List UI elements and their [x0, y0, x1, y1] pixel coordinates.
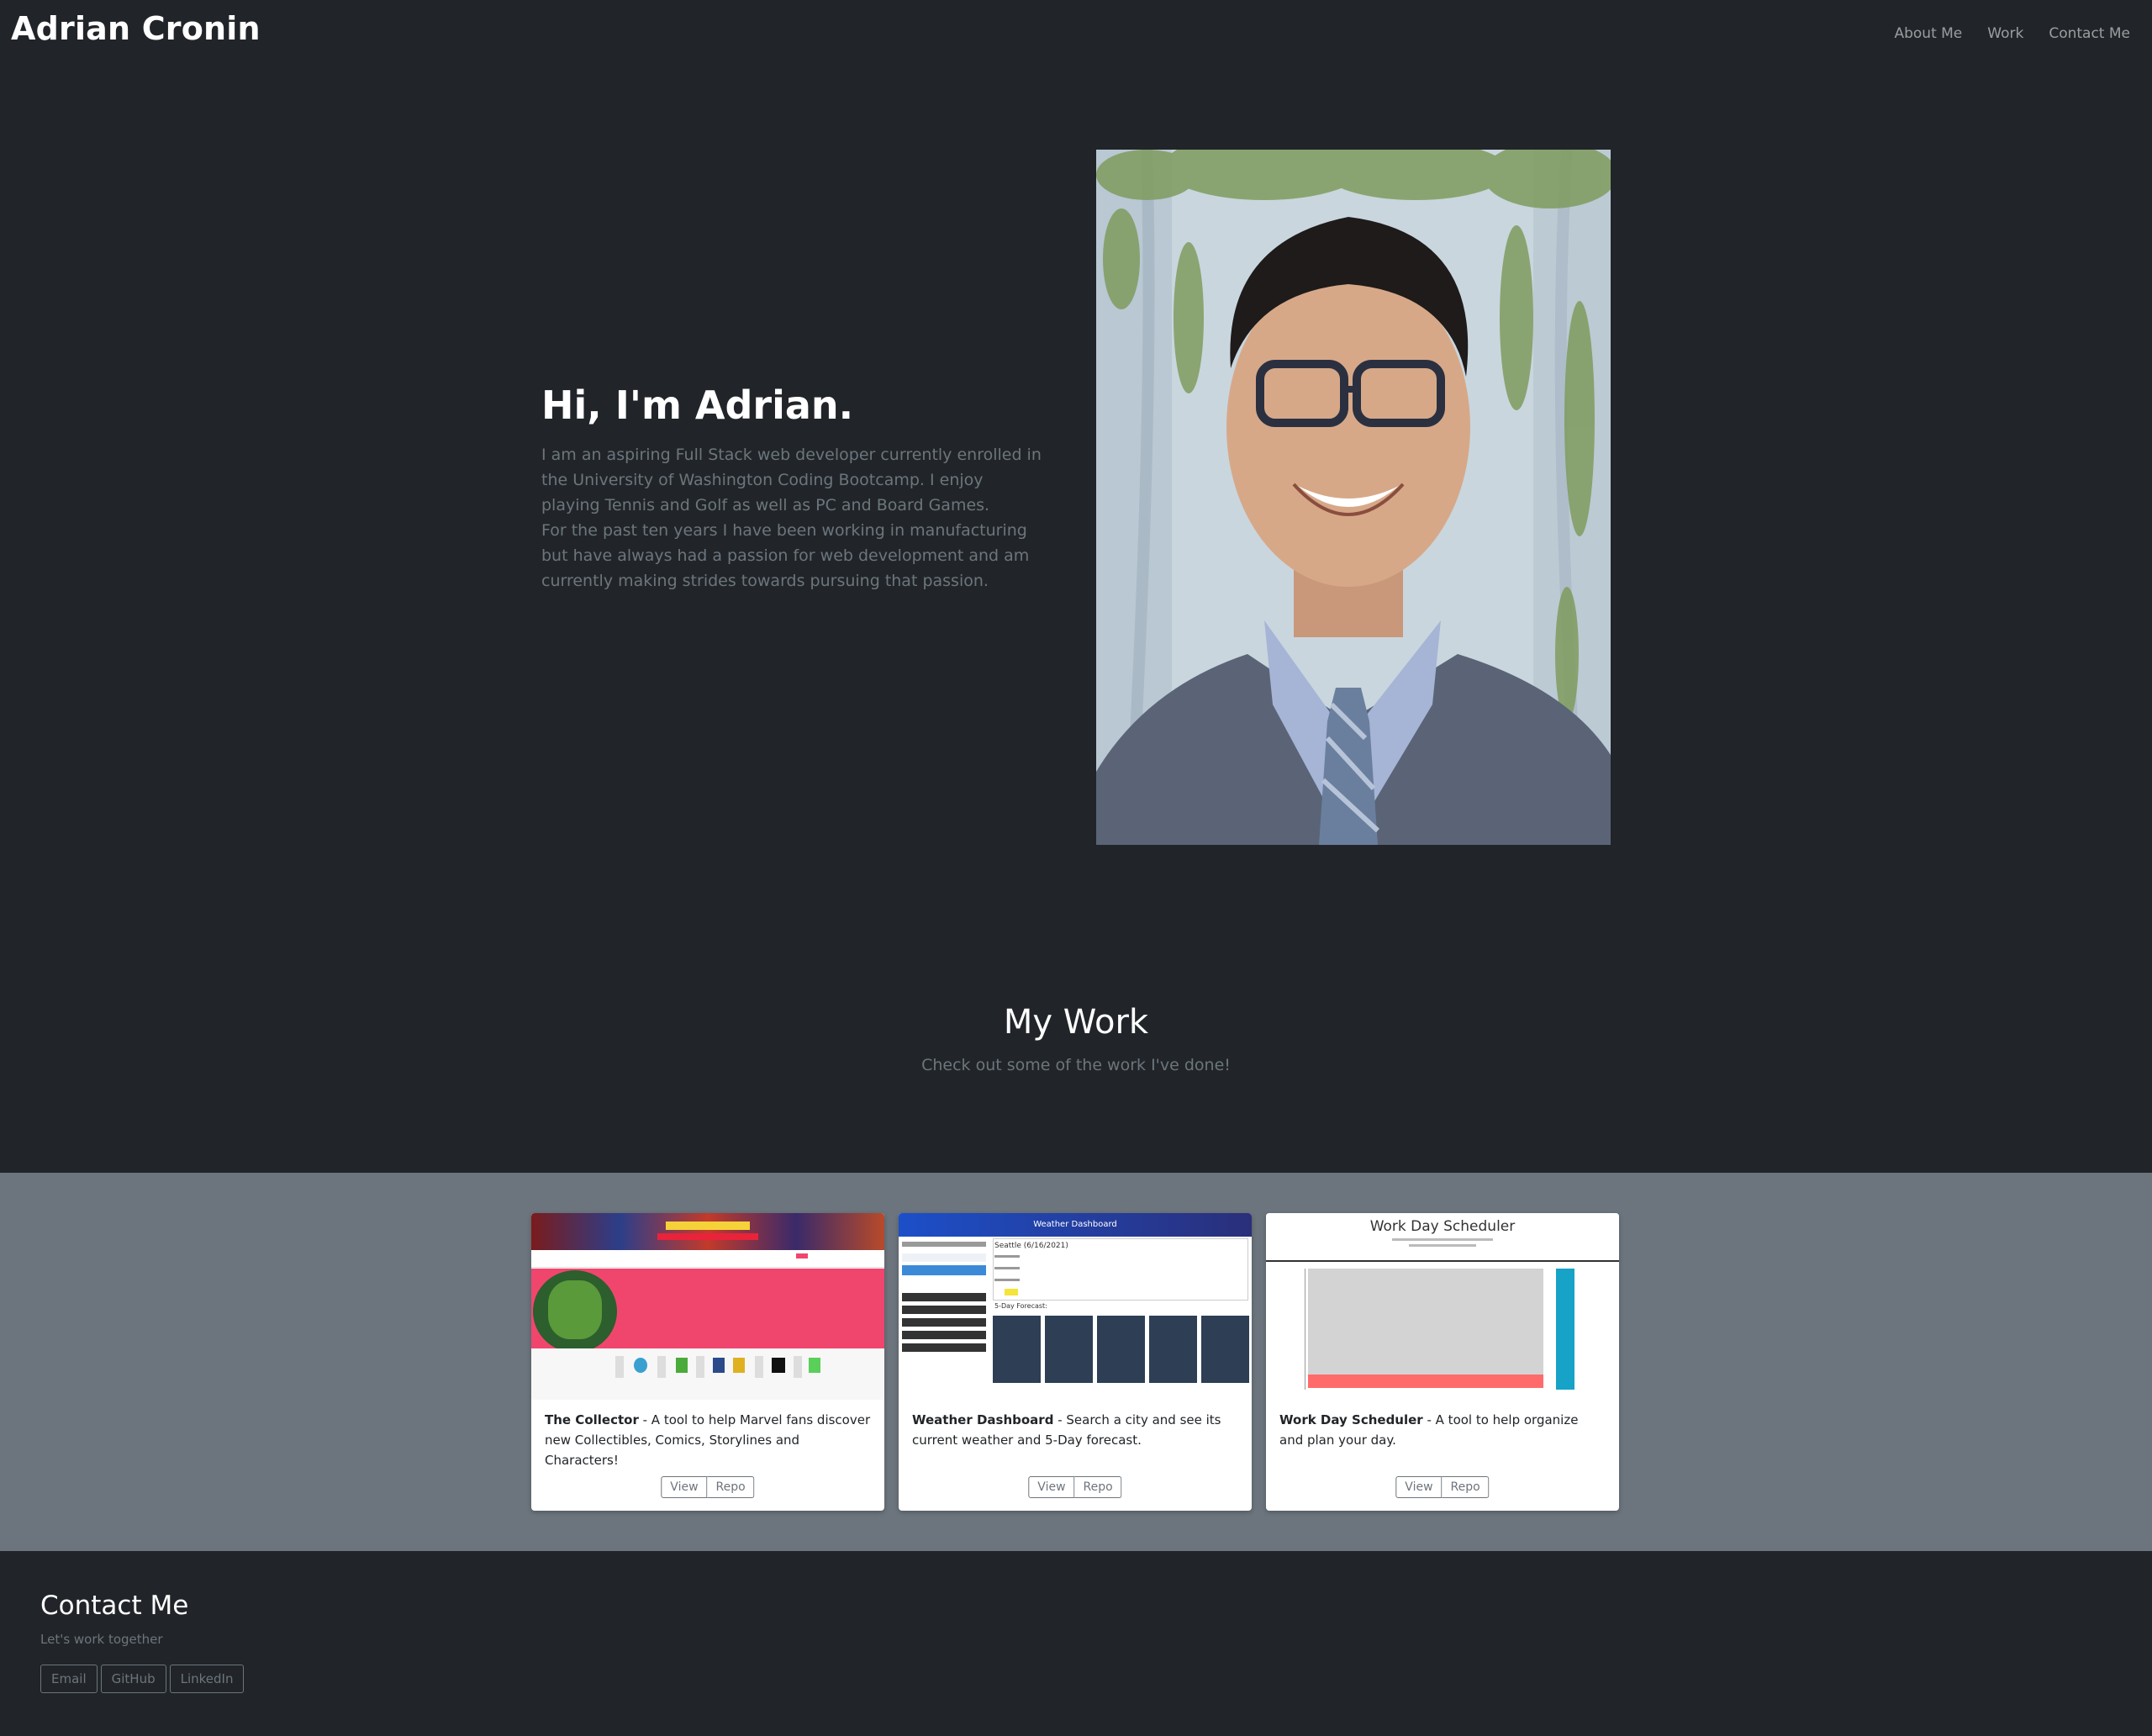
navbar: Adrian Cronin About Me Work Contact Me — [0, 0, 2152, 71]
linkedin-button[interactable]: LinkedIn — [169, 1665, 245, 1693]
weather-preview-forecast: 5-Day Forecast: — [994, 1302, 1047, 1310]
project-buttons-weather-dashboard: View Repo — [1028, 1476, 1122, 1498]
project-card-the-collector: The Collector - A tool to help Marvel fa… — [531, 1213, 884, 1511]
nav-link-about-me[interactable]: About Me — [1894, 25, 1962, 42]
project-buttons-the-collector: View Repo — [661, 1476, 755, 1498]
project-title-weather-dashboard: Weather Dashboard — [912, 1412, 1054, 1427]
project-screenshot-work-day-scheduler: Work Day Scheduler — [1266, 1213, 1619, 1400]
weather-preview-header: Weather Dashboard — [899, 1213, 1252, 1237]
project-card-work-day-scheduler: Work Day Scheduler Work Day Scheduler - … — [1266, 1213, 1619, 1511]
repo-button-the-collector[interactable]: Repo — [707, 1476, 755, 1498]
hero-paragraph-1: I am an aspiring Full Stack web develope… — [541, 446, 1042, 514]
profile-photo — [1096, 150, 1611, 845]
work-section-subtitle: Check out some of the work I've done! — [921, 1056, 1231, 1074]
hero-paragraph-2: For the past ten years I have been worki… — [541, 521, 1030, 590]
view-button-work-day-scheduler[interactable]: View — [1395, 1476, 1443, 1498]
work-section-title: My Work — [1003, 1003, 1149, 1042]
project-card-weather-dashboard: Weather Dashboard Seattle (6/16/2021) 5-… — [899, 1213, 1252, 1511]
contact-subtitle: Let's work together — [40, 1632, 163, 1647]
project-screenshot-the-collector — [531, 1213, 884, 1400]
hero-bio: I am an aspiring Full Stack web develope… — [541, 442, 1046, 594]
project-buttons-work-day-scheduler: View Repo — [1395, 1476, 1490, 1498]
project-screenshot-weather-dashboard: Weather Dashboard Seattle (6/16/2021) 5-… — [899, 1213, 1252, 1400]
project-description-work-day-scheduler: Work Day Scheduler - A tool to help orga… — [1266, 1400, 1619, 1450]
work-cards-band: The Collector - A tool to help Marvel fa… — [0, 1173, 2152, 1551]
view-button-the-collector[interactable]: View — [661, 1476, 708, 1498]
project-title-work-day-scheduler: Work Day Scheduler — [1279, 1412, 1423, 1427]
nav-link-work[interactable]: Work — [1987, 25, 2023, 42]
scheduler-preview-header: Work Day Scheduler — [1369, 1218, 1516, 1235]
project-description-the-collector: The Collector - A tool to help Marvel fa… — [531, 1400, 884, 1470]
brand-link[interactable]: Adrian Cronin — [11, 10, 261, 47]
nav-link-contact-me[interactable]: Contact Me — [2049, 25, 2130, 42]
github-button[interactable]: GitHub — [100, 1665, 166, 1693]
project-title-the-collector: The Collector — [545, 1412, 639, 1427]
repo-button-work-day-scheduler[interactable]: Repo — [1442, 1476, 1490, 1498]
view-button-weather-dashboard[interactable]: View — [1028, 1476, 1075, 1498]
email-button[interactable]: Email — [40, 1665, 98, 1693]
contact-buttons: Email GitHub LinkedIn — [40, 1665, 245, 1693]
contact-title: Contact Me — [40, 1591, 189, 1621]
weather-preview-city: Seattle (6/16/2021) — [994, 1242, 1068, 1250]
repo-button-weather-dashboard[interactable]: Repo — [1074, 1476, 1122, 1498]
project-description-weather-dashboard: Weather Dashboard - Search a city and se… — [899, 1400, 1252, 1450]
hero-title: Hi, I'm Adrian. — [541, 383, 854, 428]
nav-links: About Me Work Contact Me — [1894, 25, 2130, 42]
